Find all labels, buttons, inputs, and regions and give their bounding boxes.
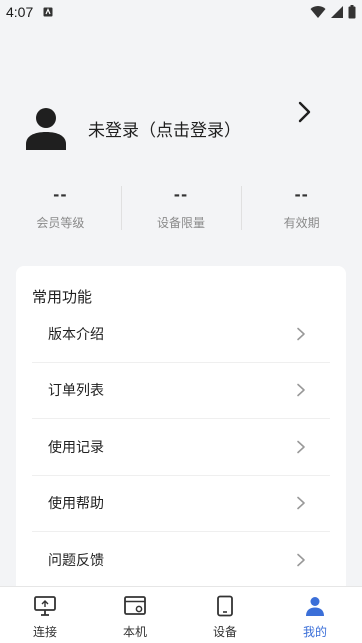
section-title: 常用功能 xyxy=(32,288,93,306)
stat-label: 有效期 xyxy=(283,215,320,230)
status-bar: 4:07 xyxy=(0,0,362,24)
menu-item-version-intro[interactable]: 版本介绍 xyxy=(32,306,330,363)
menu-item-label: 问题反馈 xyxy=(48,553,104,570)
menu-item-label: 使用记录 xyxy=(48,439,104,456)
function-list: 版本介绍 订单列表 使用记录 使用帮助 问题反馈 xyxy=(32,306,330,589)
chevron-right-icon[interactable] xyxy=(294,100,314,124)
monitor-icon xyxy=(34,596,56,616)
menu-item-label: 使用帮助 xyxy=(48,496,104,513)
nav-label: 我的 xyxy=(302,625,327,639)
status-time: 4:07 xyxy=(6,4,34,20)
bottom-nav: 连接 本机 设备 我的 xyxy=(0,586,362,643)
chevron-right-icon xyxy=(297,383,305,397)
window-gear-icon xyxy=(124,596,146,615)
chevron-right-icon xyxy=(297,440,305,454)
menu-item-label: 版本介绍 xyxy=(48,326,104,343)
nav-mine[interactable]: 我的 xyxy=(270,587,360,643)
membership-stats: -- 会员等级 -- 设备限量 -- 有效期 xyxy=(0,178,362,238)
stat-member-level: -- 会员等级 xyxy=(0,178,121,238)
menu-item-order-list[interactable]: 订单列表 xyxy=(32,363,330,419)
profile-header[interactable]: 未登录（点击登录） xyxy=(0,80,362,176)
nav-connect[interactable]: 连接 xyxy=(0,587,90,643)
menu-item-feedback[interactable]: 问题反馈 xyxy=(32,532,330,589)
stat-value: -- xyxy=(294,185,309,204)
nav-label: 设备 xyxy=(212,625,237,639)
nav-device[interactable]: 设备 xyxy=(180,587,270,643)
stat-label: 会员等级 xyxy=(36,215,85,230)
stat-value: -- xyxy=(53,185,68,204)
person-icon xyxy=(306,597,324,616)
device-icon xyxy=(217,595,233,617)
common-functions-card: 常用功能 版本介绍 订单列表 使用记录 使用帮助 问题反馈 xyxy=(16,266,346,596)
notification-icon xyxy=(43,7,53,17)
chevron-right-icon xyxy=(297,553,305,567)
menu-item-usage-history[interactable]: 使用记录 xyxy=(32,419,330,476)
stat-label: 设备限量 xyxy=(157,215,206,230)
menu-item-help[interactable]: 使用帮助 xyxy=(32,476,330,532)
avatar-icon xyxy=(26,108,66,150)
stat-validity: -- 有效期 xyxy=(241,178,362,238)
signal-icon xyxy=(331,6,343,18)
battery-icon xyxy=(348,5,356,19)
menu-item-label: 订单列表 xyxy=(48,383,104,400)
nav-local[interactable]: 本机 xyxy=(90,587,180,643)
stat-value: -- xyxy=(173,185,189,204)
stat-device-limit: -- 设备限量 xyxy=(120,178,242,238)
chevron-right-icon xyxy=(297,496,305,510)
wifi-icon xyxy=(310,6,326,19)
nav-label: 连接 xyxy=(32,625,57,639)
chevron-right-icon xyxy=(297,327,305,341)
login-prompt[interactable]: 未登录（点击登录） xyxy=(88,116,241,141)
nav-label: 本机 xyxy=(122,625,147,639)
